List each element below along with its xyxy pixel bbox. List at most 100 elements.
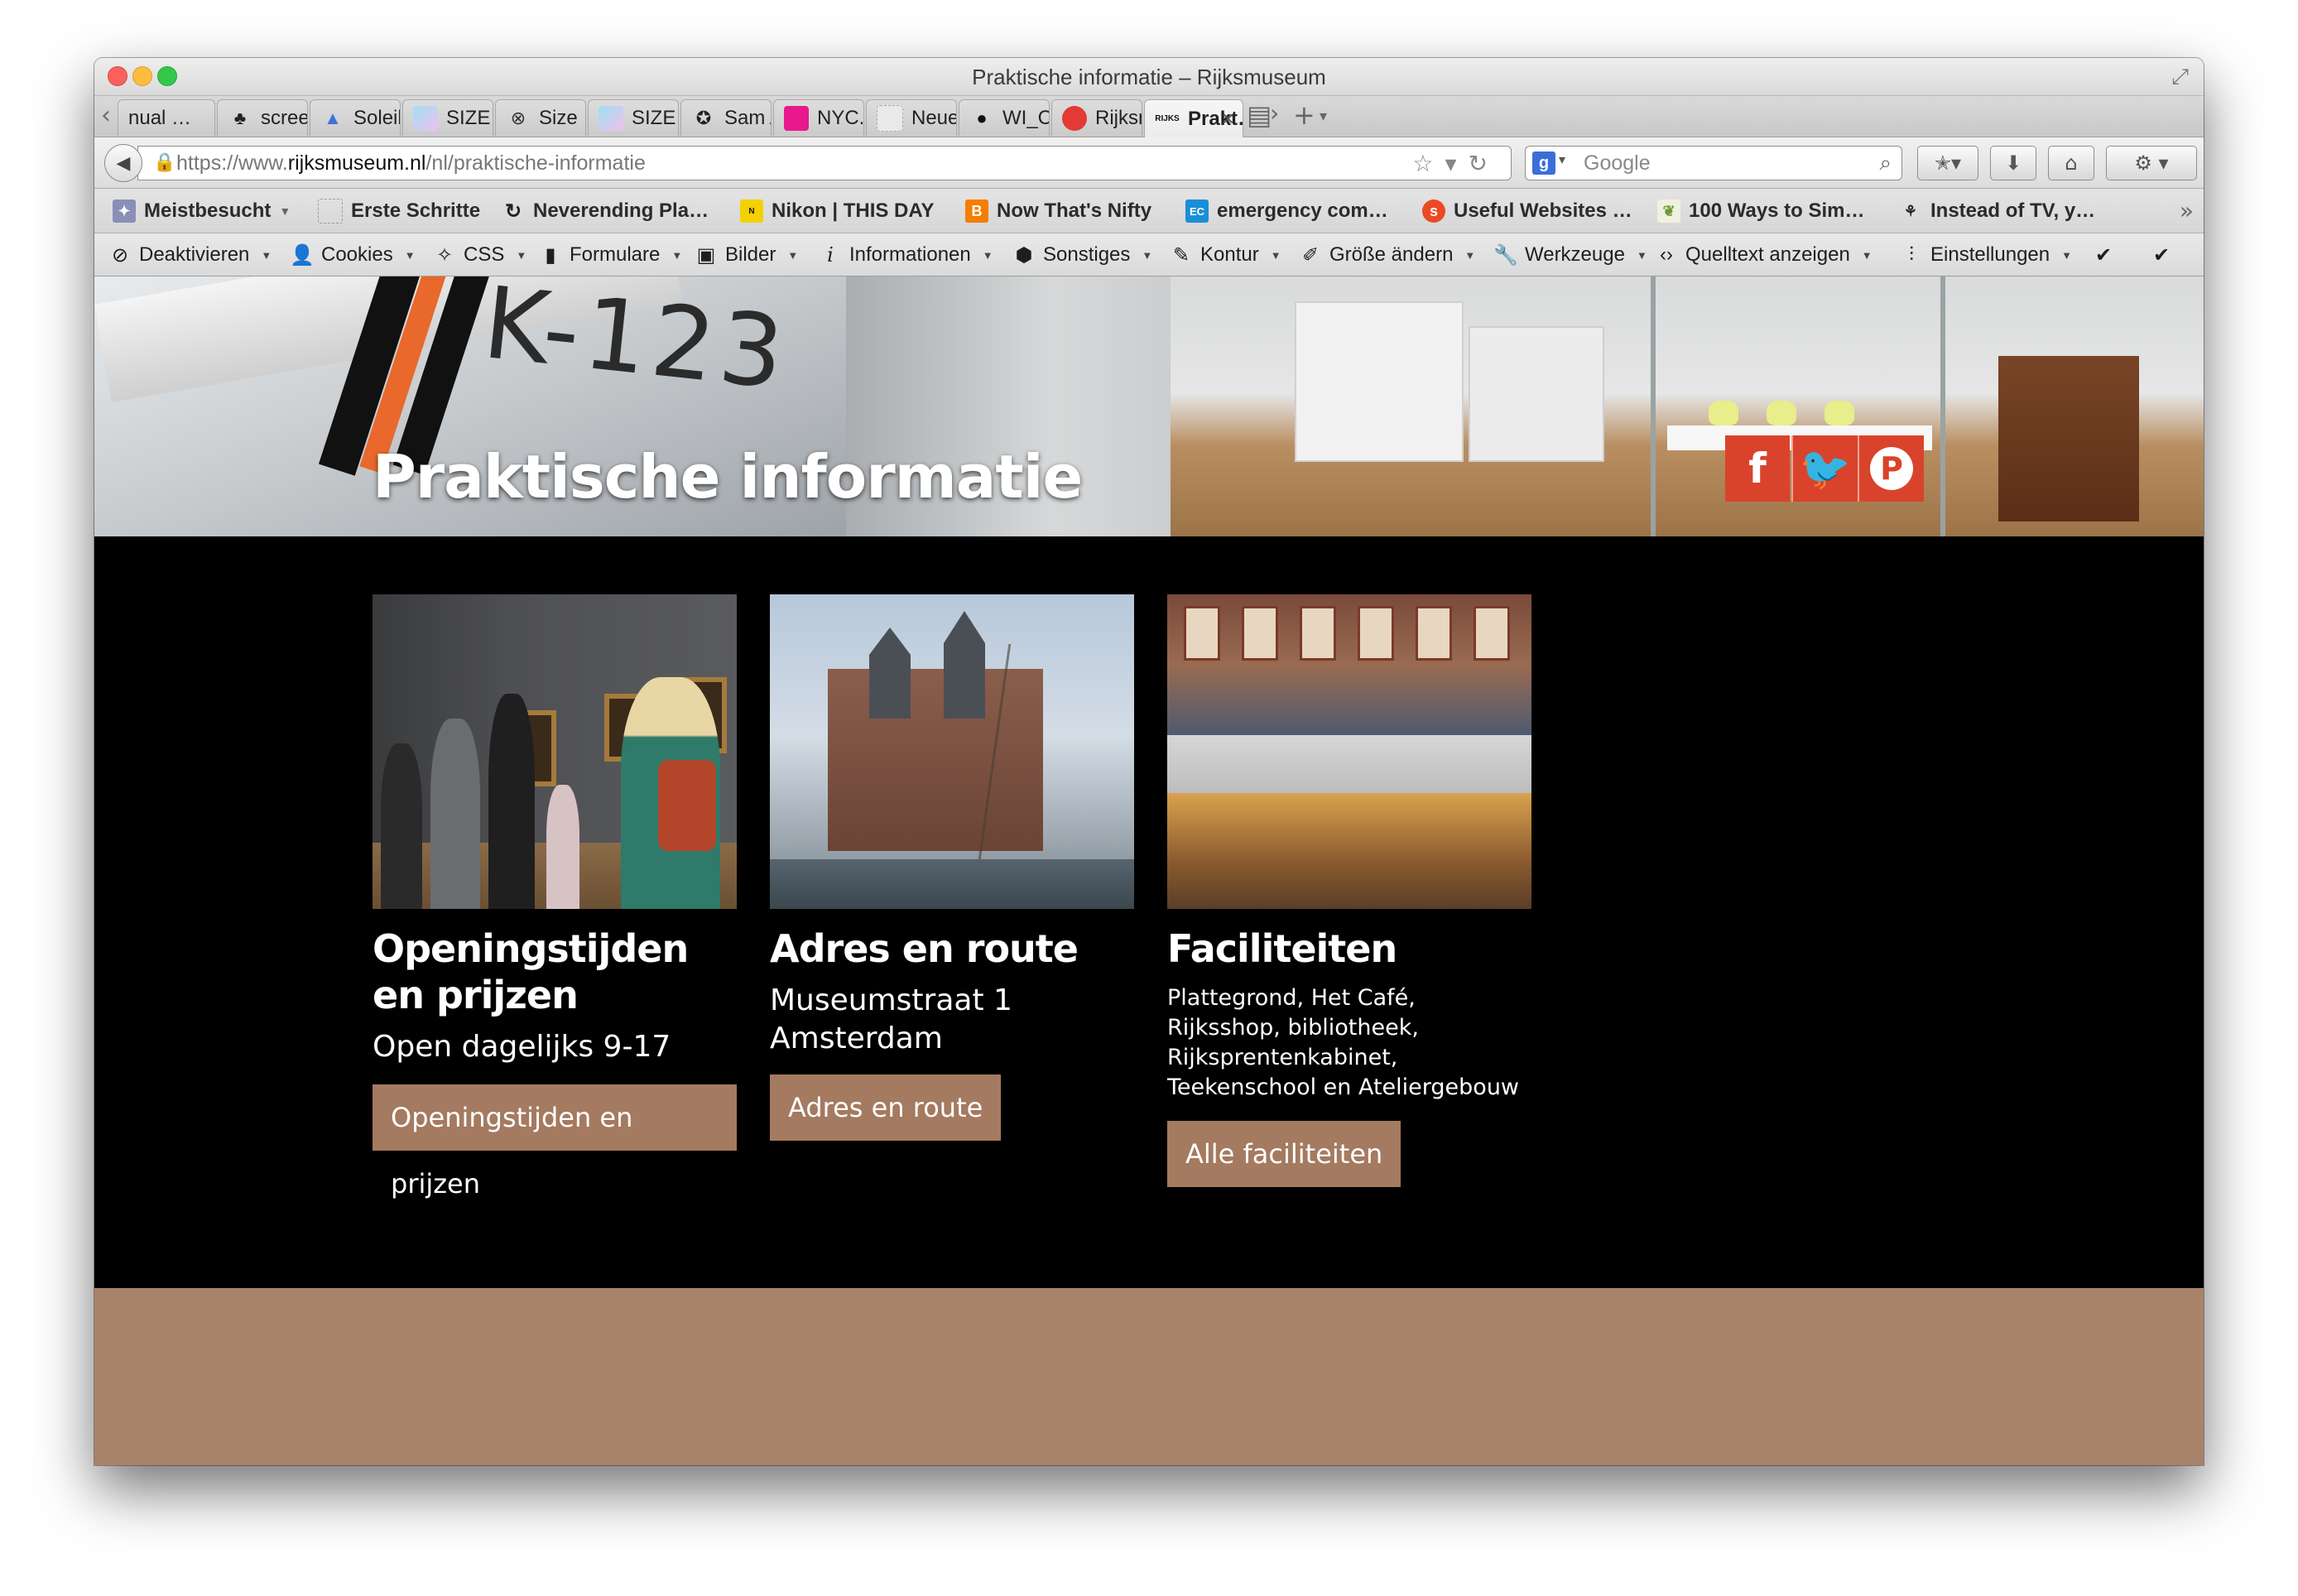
web-developer-toolbar: ⊘ Deaktivieren ▼ 👤 Cookies ▼ ✧ CSS ▼ ▮ Form… [94,233,2204,276]
dev-informationen[interactable]: i Informationen ▼ [818,233,993,276]
dev-check-2[interactable]: ✔ [2149,233,2174,276]
dropdown-icon: ▼ [1142,248,1153,262]
dev-formulare[interactable]: ▮ Formulare ▼ [538,233,682,276]
webdev-menu-button[interactable]: ⚙ ▾ [2106,146,2197,180]
gradient-icon [599,105,623,131]
tab-3[interactable]: ▲ Soleil N… [310,99,401,136]
tab-scroll-left-icon[interactable]: ‹ [101,101,111,130]
back-button[interactable]: ◀ [104,144,142,182]
bookmark-100-ways[interactable]: ❦ 100 Ways to Sim… [1657,189,1865,233]
engine-dropdown-icon[interactable]: ▾ [1559,151,1565,168]
tab-1[interactable]: nual … [118,99,215,136]
tab-4[interactable]: SIZE #D… [402,99,493,136]
dropdown-icon: ▼ [261,248,272,262]
dev-groesse-aendern[interactable]: ✐ Größe ändern ▼ [1298,233,1475,276]
hero-banner: K-123 Praktische informatie f 🐦 P [94,276,2204,536]
dev-label: Formulare [570,243,661,266]
dev-deaktivieren[interactable]: ⊘ Deaktivieren ▼ [108,233,272,276]
close-tab-icon[interactable]: × [1222,106,1234,132]
bookmarks-overflow-icon[interactable]: » [2180,197,2194,224]
tab-label: Prakt… [1188,107,1243,130]
bookmarks-menu-button[interactable]: ✭▾ [1917,146,1978,180]
url-bar[interactable]: 🔒 https://www. rijksmuseum.nl/nl/praktisc… [137,146,1512,180]
cafe-facilities-image[interactable] [1167,594,1531,909]
tab-label: screena… [261,106,307,129]
bookmark-now-thats-nifty[interactable]: B Now That's Nifty [965,189,1151,233]
bookmark-label: Now That's Nifty [997,200,1152,222]
tab-2[interactable]: ♣ screena… [217,99,308,136]
home-button[interactable]: ⌂ [2048,146,2094,180]
red-dot-icon [1062,105,1087,131]
fullscreen-icon[interactable]: ⤢ [2171,65,2189,90]
dropdown-icon: ▼ [516,248,527,262]
footer-band [94,1288,2204,1465]
museum-building-image[interactable] [770,594,1134,909]
badge-icon: ✪ [695,107,712,128]
bookmark-label: Neverending Pla… [533,200,709,222]
gradient-icon [413,105,438,131]
window-title: Praktische informatie – Rijksmuseum [972,65,1326,89]
ec-icon: EC [1185,200,1209,223]
downloads-button[interactable]: ⬇ [1990,146,2036,180]
back-arrow-icon: ◀ [116,152,131,174]
tab-12-active[interactable]: RIJKS Prakt… × [1144,99,1243,137]
twitter-share-button[interactable]: 🐦 [1791,435,1858,502]
dev-cookies[interactable]: 👤 Cookies ▼ [290,233,416,276]
tab-9[interactable]: Neuer Tab [866,99,957,136]
dev-sonstiges[interactable]: ⬢ Sonstiges ▼ [1012,233,1153,276]
dev-quelltext[interactable]: ‹› Quelltext anzeigen ▼ [1654,233,1873,276]
bookmark-useful-websites[interactable]: s Useful Websites … [1422,189,1632,233]
bookmark-erste-schritte[interactable]: Erste Schritte [318,189,480,233]
tab-8[interactable]: NYC.gov… [773,99,864,136]
tab-list-icon[interactable]: ▤ [1247,99,1272,131]
card-address-route: Adres en route Museumstraat 1 Amsterdam … [770,594,1134,1141]
blank-page-icon [318,199,343,224]
all-facilities-button[interactable]: Alle faciliteiten [1167,1121,1401,1187]
search-icon[interactable]: ⌕ [1879,150,1892,176]
page-title: Praktische informatie [373,442,1083,512]
dev-kontur[interactable]: ✎ Kontur ▼ [1169,233,1281,276]
dev-einstellungen[interactable]: ⫶ Einstellungen ▼ [1899,233,2072,276]
dropdown-icon: ▼ [1270,248,1281,262]
bookmark-emergency[interactable]: EC emergency com… [1185,189,1388,233]
dev-css[interactable]: ✧ CSS ▼ [432,233,526,276]
sliders-icon: ⫶ [1909,243,1914,266]
tab-11[interactable]: Rijksmu… [1051,99,1142,136]
address-route-button[interactable]: Adres en route [770,1074,1002,1141]
tab-5[interactable]: ⊗ Size [495,99,586,136]
dev-label: Informationen [849,243,971,266]
bookmark-meistbesucht[interactable]: ✦ Meistbesucht ▼ [113,189,291,233]
bookmark-star-reload-icons[interactable]: ☆▾↻ [1412,150,1499,177]
spiral-icon: ↻ [504,200,522,223]
dropdown-icon: ▼ [1464,248,1476,262]
bookmark-nikon[interactable]: N Nikon | THIS DAY [740,189,935,233]
pinterest-share-button[interactable]: P [1858,435,1924,502]
dev-check-1[interactable]: ✔ [2091,233,2116,276]
dev-label: CSS [464,243,505,266]
tab-7[interactable]: ✪ Sam Ali… [680,99,772,136]
dev-label: Deaktivieren [139,243,250,266]
dropdown-icon: ▼ [2061,248,2072,262]
tab-menu-icon[interactable]: ▾ [1320,108,1327,125]
github-icon: ● [976,107,988,128]
gear-icon: ⚙ ▾ [2134,151,2169,175]
opening-hours-button[interactable]: Openingstijden en prijzen [373,1084,737,1199]
tab-10[interactable]: ● WI_Code… [959,99,1050,136]
search-placeholder: Google [1584,151,1651,175]
google-engine-icon[interactable]: g [1532,151,1555,175]
card-title: Faciliteiten [1167,926,1397,971]
search-input[interactable]: g ▾ Google ⌕ [1525,146,1902,180]
dropdown-icon: ▼ [671,248,683,262]
rijks-logo-icon: RIJKS [1155,114,1180,123]
bookmark-instead-of-tv[interactable]: ⚘ Instead of TV, y… [1899,189,2095,233]
tab-scroll-right-icon[interactable]: › [1270,99,1279,127]
tab-6[interactable]: SIZE #D… [588,99,679,136]
pinterest-icon: P [1870,447,1913,490]
facebook-share-button[interactable]: f [1725,435,1790,502]
dev-werkzeuge[interactable]: 🔧 Werkzeuge ▼ [1493,233,1647,276]
triangle-icon: ▲ [324,107,342,128]
new-tab-icon[interactable]: + [1293,99,1315,131]
visitors-gallery-image[interactable] [373,594,737,909]
dev-bilder[interactable]: ▣ Bilder ▼ [694,233,799,276]
bookmark-neverending[interactable]: ↻ Neverending Pla… [502,189,709,233]
